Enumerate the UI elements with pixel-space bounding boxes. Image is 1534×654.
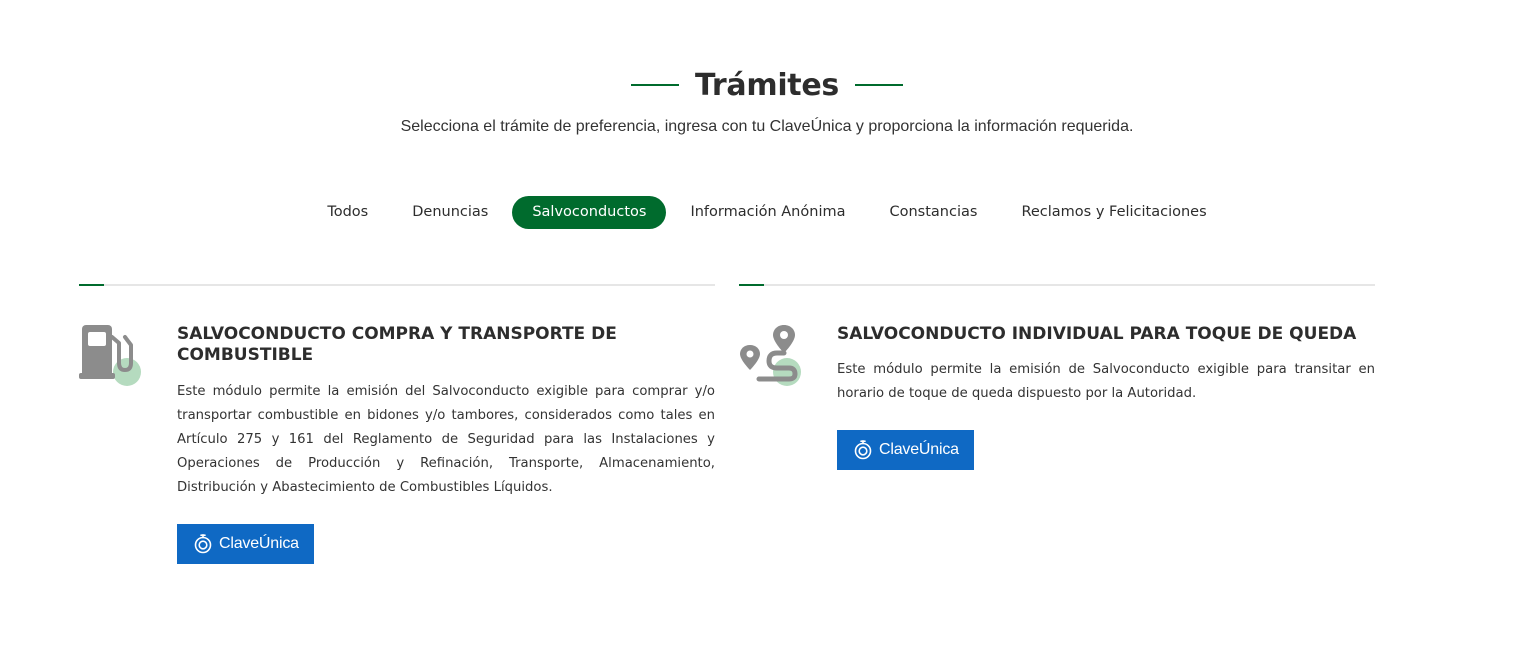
card-body: SALVOCONDUCTO COMPRA Y TRANSPORTE DE COM… <box>177 324 715 564</box>
claveunica-icon <box>854 440 872 460</box>
claveunica-button-label: ClaveÚnica <box>879 441 959 458</box>
claveunica-icon <box>194 534 212 554</box>
card-body: SALVOCONDUCTO INDIVIDUAL PARA TOQUE DE Q… <box>837 324 1375 470</box>
procedure-card-combustible: SALVOCONDUCTO COMPRA Y TRANSPORTE DE COM… <box>79 283 715 564</box>
tab-denuncias[interactable]: Denuncias <box>390 196 510 229</box>
route-icon <box>740 325 801 386</box>
tab-informacion-anonima[interactable]: Información Anónima <box>668 196 867 229</box>
title-right-line <box>854 84 903 86</box>
divider-accent <box>79 284 104 286</box>
claveunica-login-button[interactable]: ClaveÚnica <box>177 524 314 564</box>
section-header: Trámites Selecciona el trámite de prefer… <box>0 60 1534 136</box>
card-title: SALVOCONDUCTO INDIVIDUAL PARA TOQUE DE Q… <box>837 324 1357 344</box>
tab-reclamos-felicitaciones[interactable]: Reclamos y Felicitaciones <box>999 196 1228 229</box>
page-title: Trámites <box>695 67 839 103</box>
claveunica-button-label: ClaveÚnica <box>219 535 299 552</box>
tab-todos[interactable]: Todos <box>305 196 390 229</box>
tab-constancias[interactable]: Constancias <box>867 196 999 229</box>
tab-salvoconductos[interactable]: Salvoconductos <box>512 196 667 229</box>
card-description: Este módulo permite la emisión de Salvoc… <box>837 362 1375 401</box>
divider-accent <box>739 284 764 286</box>
page-subtitle: Selecciona el trámite de preferencia, in… <box>400 118 1134 135</box>
claveunica-login-button[interactable]: ClaveÚnica <box>837 430 974 470</box>
card-description: Este módulo permite la emisión del Salvo… <box>177 384 715 495</box>
card-divider <box>79 283 715 286</box>
card-divider <box>739 283 1375 286</box>
filter-tabs: Todos Denuncias Salvoconductos Informaci… <box>0 196 1534 229</box>
divider-line <box>79 284 715 286</box>
title-left-line <box>631 84 680 86</box>
fuel-pump-icon <box>79 325 141 386</box>
title-row: Trámites <box>0 60 1534 110</box>
divider-line <box>739 284 1375 286</box>
procedure-card-toque-de-queda: SALVOCONDUCTO INDIVIDUAL PARA TOQUE DE Q… <box>739 283 1375 470</box>
card-title: SALVOCONDUCTO COMPRA Y TRANSPORTE DE COM… <box>177 324 617 365</box>
